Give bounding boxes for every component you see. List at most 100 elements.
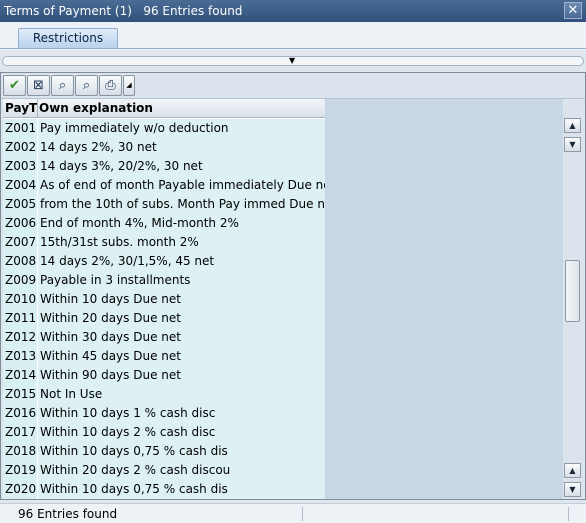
results-table: PayT Own explanation Z001 Pay immediately…: [3, 99, 325, 499]
payment-term-explanation[interactable]: from the 10th of subs. Month Pay immed D…: [38, 195, 325, 214]
table-row[interactable]: Z008 14 days 2%, 30/1,5%, 45 net: [3, 252, 325, 271]
status-text: 96 Entries found: [18, 507, 118, 521]
payment-term-explanation[interactable]: As of end of month Payable immediately D…: [38, 176, 325, 195]
table-row[interactable]: Z017 Within 10 days 2 % cash disc: [3, 423, 325, 442]
payment-term-explanation[interactable]: Within 20 days Due net: [38, 309, 325, 328]
payment-term-explanation[interactable]: Within 10 days 2 % cash disc: [38, 423, 325, 442]
status-divider: [302, 507, 303, 521]
table-row[interactable]: Z005 from the 10th of subs. Month Pay imm…: [3, 195, 325, 214]
close-button[interactable]: ✕: [564, 2, 582, 19]
title-bar: Terms of Payment (1) 96 Entries found ✕: [0, 0, 586, 22]
find-next-icon: ⌕: [82, 78, 91, 93]
payment-term-key[interactable]: Z006: [3, 214, 37, 233]
collapse-arrow-icon: ▼: [289, 56, 296, 65]
payment-term-key[interactable]: Z009: [3, 271, 37, 290]
cancel-icon: ⊠: [33, 78, 44, 93]
payment-term-explanation[interactable]: 14 days 3%, 20/2%, 30 net: [38, 157, 325, 176]
column-header-payt[interactable]: PayT: [5, 101, 37, 115]
payment-term-explanation[interactable]: Within 90 days Due net: [38, 366, 325, 385]
payment-term-key[interactable]: Z010: [3, 290, 37, 309]
payment-term-explanation[interactable]: Payable in 3 installments: [38, 271, 325, 290]
payment-term-explanation[interactable]: Within 10 days 0,75 % cash dis: [38, 442, 325, 461]
table-row[interactable]: Z001 Pay immediately w/o deduction: [3, 119, 325, 138]
print-button[interactable]: ⎙: [99, 75, 122, 96]
table-row[interactable]: Z015 Not In Use: [3, 385, 325, 404]
tab-restrictions[interactable]: Restrictions: [18, 28, 118, 49]
toolbar: ✔ ⊠ ⌕ ⌕ ⎙ ◢: [3, 75, 135, 97]
payment-term-explanation[interactable]: Within 10 days 0,75 % cash dis: [38, 480, 325, 499]
print-menu-button[interactable]: ◢: [123, 75, 135, 96]
tab-strip: Restrictions: [0, 22, 586, 50]
payment-term-key[interactable]: Z014: [3, 366, 37, 385]
payment-term-explanation[interactable]: Within 45 days Due net: [38, 347, 325, 366]
payment-term-key[interactable]: Z008: [3, 252, 37, 271]
payment-term-key[interactable]: Z005: [3, 195, 37, 214]
page-up-button[interactable]: ▼: [564, 137, 581, 152]
payment-term-key[interactable]: Z002: [3, 138, 37, 157]
payment-term-explanation[interactable]: Not In Use: [38, 385, 325, 404]
payment-term-key[interactable]: Z015: [3, 385, 37, 404]
table-body: Z001 Pay immediately w/o deduction Z002 14 …: [3, 119, 325, 499]
payment-term-explanation[interactable]: End of month 4%, Mid-month 2%: [38, 214, 325, 233]
collapse-bar[interactable]: ▼: [2, 56, 584, 66]
table-row[interactable]: Z020 Within 10 days 0,75 % cash dis: [3, 480, 325, 499]
payment-term-key[interactable]: Z003: [3, 157, 37, 176]
payment-term-explanation[interactable]: Within 20 days 2 % cash discou: [38, 461, 325, 480]
table-row[interactable]: Z011 Within 20 days Due net: [3, 309, 325, 328]
table-row[interactable]: Z002 14 days 2%, 30 net: [3, 138, 325, 157]
payment-term-key[interactable]: Z018: [3, 442, 37, 461]
table-row[interactable]: Z016 Within 10 days 1 % cash disc: [3, 404, 325, 423]
table-row[interactable]: Z007 15th/31st subs. month 2%: [3, 233, 325, 252]
payment-term-explanation[interactable]: 14 days 2%, 30 net: [38, 138, 325, 157]
payment-term-key[interactable]: Z004: [3, 176, 37, 195]
checkmark-icon: ✔: [9, 78, 20, 93]
cancel-button[interactable]: ⊠: [27, 75, 50, 96]
table-row[interactable]: Z010 Within 10 days Due net: [3, 290, 325, 309]
table-row[interactable]: Z014 Within 90 days Due net: [3, 366, 325, 385]
find-next-button[interactable]: ⌕: [75, 75, 98, 96]
payment-term-key[interactable]: Z020: [3, 480, 37, 499]
payment-term-key[interactable]: Z012: [3, 328, 37, 347]
payment-term-key[interactable]: Z019: [3, 461, 37, 480]
vertical-scrollbar[interactable]: ▲ ▼ ▲ ▼: [564, 118, 581, 499]
window-title: Terms of Payment (1) 96 Entries found: [4, 4, 243, 18]
payment-term-key[interactable]: Z016: [3, 404, 37, 423]
payment-term-explanation[interactable]: Within 10 days Due net: [38, 290, 325, 309]
find-icon: ⌕: [58, 78, 67, 93]
close-icon: ✕: [567, 3, 579, 18]
payment-term-explanation[interactable]: 14 days 2%, 30/1,5%, 45 net: [38, 252, 325, 271]
table-header: PayT Own explanation: [3, 99, 325, 118]
table-row[interactable]: Z006 End of month 4%, Mid-month 2%: [3, 214, 325, 233]
column-divider: [37, 99, 38, 118]
table-row[interactable]: Z012 Within 30 days Due net: [3, 328, 325, 347]
scroll-down-button[interactable]: ▼: [564, 482, 581, 497]
payment-term-explanation[interactable]: Pay immediately w/o deduction: [38, 119, 325, 138]
table-row[interactable]: Z003 14 days 3%, 20/2%, 30 net: [3, 157, 325, 176]
scrollbar-thumb[interactable]: [565, 260, 580, 322]
table-row[interactable]: Z018 Within 10 days 0,75 % cash dis: [3, 442, 325, 461]
payment-term-key[interactable]: Z011: [3, 309, 37, 328]
table-row[interactable]: Z013 Within 45 days Due net: [3, 347, 325, 366]
payment-term-explanation[interactable]: Within 30 days Due net: [38, 328, 325, 347]
table-row[interactable]: Z004 As of end of month Payable immediate…: [3, 176, 325, 195]
payment-term-key[interactable]: Z017: [3, 423, 37, 442]
print-icon: ⎙: [105, 78, 116, 93]
scroll-up-icon: ▲: [569, 121, 576, 130]
find-button[interactable]: ⌕: [51, 75, 74, 96]
page-down-icon: ▲: [569, 466, 576, 475]
results-panel: ✔ ⊠ ⌕ ⌕ ⎙ ◢ PayT Own explanation Z001 Pay…: [0, 72, 586, 500]
table-row[interactable]: Z019 Within 20 days 2 % cash discou: [3, 461, 325, 480]
payment-term-explanation[interactable]: 15th/31st subs. month 2%: [38, 233, 325, 252]
payment-term-key[interactable]: Z013: [3, 347, 37, 366]
scroll-up-button[interactable]: ▲: [564, 118, 581, 133]
payment-term-key[interactable]: Z007: [3, 233, 37, 252]
column-header-explanation[interactable]: Own explanation: [39, 101, 153, 115]
empty-area: [325, 99, 563, 499]
status-divider: [568, 507, 569, 521]
table-row[interactable]: Z009 Payable in 3 installments: [3, 271, 325, 290]
payment-term-explanation[interactable]: Within 10 days 1 % cash disc: [38, 404, 325, 423]
payment-term-key[interactable]: Z001: [3, 119, 37, 138]
continue-button[interactable]: ✔: [3, 75, 26, 96]
dropdown-icon: ◢: [126, 81, 132, 89]
page-down-button[interactable]: ▲: [564, 463, 581, 478]
